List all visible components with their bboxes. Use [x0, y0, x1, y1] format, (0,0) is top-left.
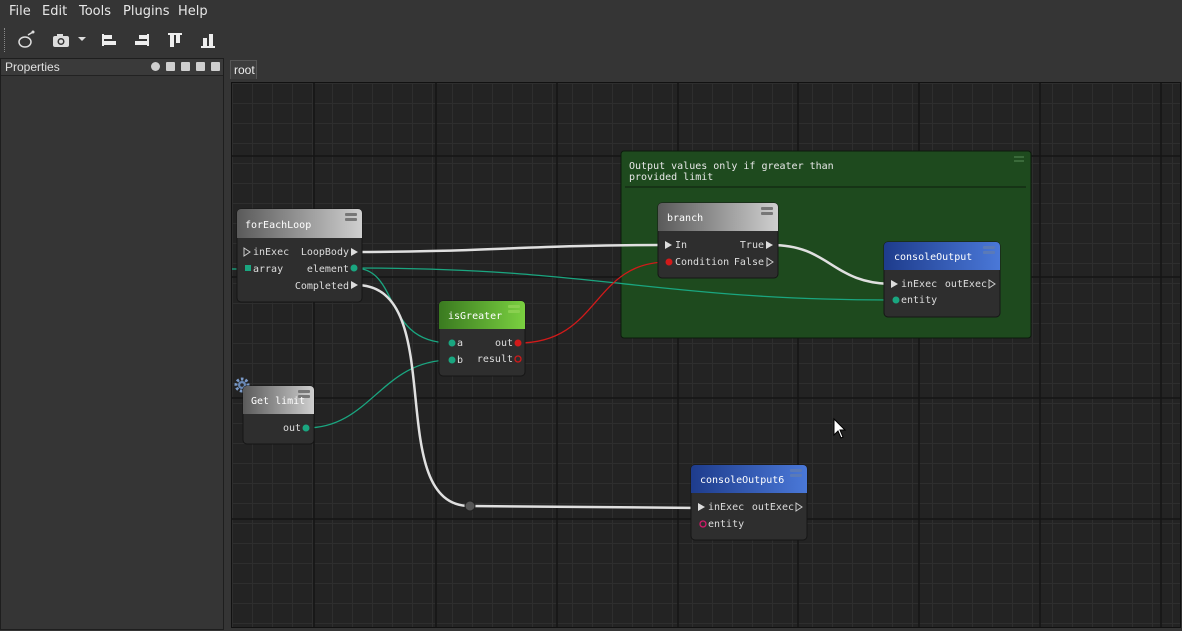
branch-in-label: In — [675, 240, 687, 251]
node-branch[interactable]: branch In Condition True False — [657, 202, 779, 279]
isgreater-out-label: out — [495, 338, 513, 349]
node-foreachloop[interactable]: forEachLoop inExec array LoopBody elemen… — [236, 208, 363, 303]
group-description-line1: Output values only if greater than — [629, 161, 834, 172]
consoleoutput-inexec-label: inExec — [901, 279, 937, 290]
node-get-limit[interactable]: Get limit out — [234, 377, 315, 445]
isgreater-result-label: result — [477, 354, 513, 365]
menu-edit[interactable]: Edit — [42, 4, 67, 19]
dropdown-arrow-icon[interactable] — [75, 29, 89, 51]
isgreater-title: isGreater — [448, 311, 502, 322]
mouse-cursor-icon — [833, 417, 847, 439]
get-limit-out-label: out — [283, 423, 301, 434]
menu-file[interactable]: File — [9, 4, 31, 19]
branch-true-label: True — [740, 240, 764, 251]
properties-panel: Properties — [0, 58, 224, 630]
tab-root-label: root — [234, 63, 255, 77]
menu-bar: File Edit Tools Plugins Help — [0, 0, 1182, 24]
maximize-icon[interactable] — [196, 62, 205, 71]
get-limit-title: Get limit — [251, 396, 305, 407]
branch-condition-pin[interactable] — [665, 258, 673, 266]
isgreater-a-pin[interactable] — [448, 339, 456, 347]
isgreater-b-pin[interactable] — [448, 356, 456, 364]
wire-reroute-inexec — [469, 504, 702, 510]
toolbar-grip[interactable] — [4, 28, 8, 52]
properties-panel-title: Properties — [5, 60, 60, 74]
isgreater-a-label: a — [457, 338, 463, 349]
properties-panel-header: Properties — [1, 59, 223, 76]
reroute-knot[interactable] — [464, 500, 476, 512]
align-top-icon[interactable] — [164, 29, 186, 51]
consoleoutput-title: consoleOutput — [894, 252, 972, 263]
camera-icon[interactable] — [50, 29, 72, 51]
menu-tools[interactable]: Tools — [79, 4, 111, 19]
branch-condition-label: Condition — [675, 257, 729, 268]
branch-title: branch — [667, 213, 703, 224]
align-bottom-icon[interactable] — [197, 29, 219, 51]
align-left-icon[interactable] — [97, 29, 119, 51]
settings-icon[interactable] — [151, 62, 160, 71]
menu-help[interactable]: Help — [178, 4, 208, 19]
wire-loopbody-branch — [355, 243, 664, 254]
foreachloop-array-pin[interactable] — [245, 265, 251, 271]
minimize-icon[interactable] — [181, 62, 190, 71]
align-right-icon[interactable] — [130, 29, 152, 51]
consoleoutput6-entity-label: entity — [708, 519, 744, 530]
wire-limit-b — [305, 359, 452, 429]
consoleoutput-entity-pin[interactable] — [892, 296, 900, 304]
bug-icon[interactable] — [14, 29, 36, 51]
tab-root[interactable]: root — [230, 60, 257, 79]
node-consoleoutput[interactable]: consoleOutput inExec entity outExec — [883, 241, 1001, 318]
foreachloop-element-label: element — [307, 264, 349, 275]
graph-canvas[interactable]: Output values only if greater than provi… — [231, 82, 1181, 628]
foreachloop-inexec-label: inExec — [253, 247, 289, 258]
close-icon[interactable] — [211, 62, 220, 71]
foreachloop-completed-label: Completed — [295, 281, 349, 292]
get-limit-out-pin[interactable] — [302, 424, 310, 432]
isgreater-b-label: b — [457, 355, 463, 366]
foreachloop-array-label: array — [253, 264, 283, 275]
menu-plugins[interactable]: Plugins — [123, 4, 170, 19]
group-description-line2: provided limit — [629, 172, 713, 183]
isgreater-out-pin[interactable] — [514, 339, 522, 347]
foreachloop-element-pin[interactable] — [350, 264, 358, 272]
foreachloop-title: forEachLoop — [245, 220, 311, 231]
branch-false-label: False — [734, 257, 764, 268]
consoleoutput-entity-label: entity — [901, 295, 937, 306]
consoleoutput6-inexec-label: inExec — [708, 502, 744, 513]
consoleoutput-outexec-label: outExec — [945, 279, 987, 290]
node-isgreater[interactable]: isGreater a b out result — [438, 300, 526, 377]
consoleoutput6-outexec-label: outExec — [752, 502, 794, 513]
node-consoleoutput6[interactable]: consoleOutput6 inExec entity outExec — [690, 464, 808, 541]
graph-svg: Output values only if greater than provi… — [232, 83, 1180, 627]
restore-icon[interactable] — [166, 62, 175, 71]
foreachloop-loopbody-label: LoopBody — [301, 247, 349, 258]
consoleoutput6-title: consoleOutput6 — [700, 475, 784, 486]
